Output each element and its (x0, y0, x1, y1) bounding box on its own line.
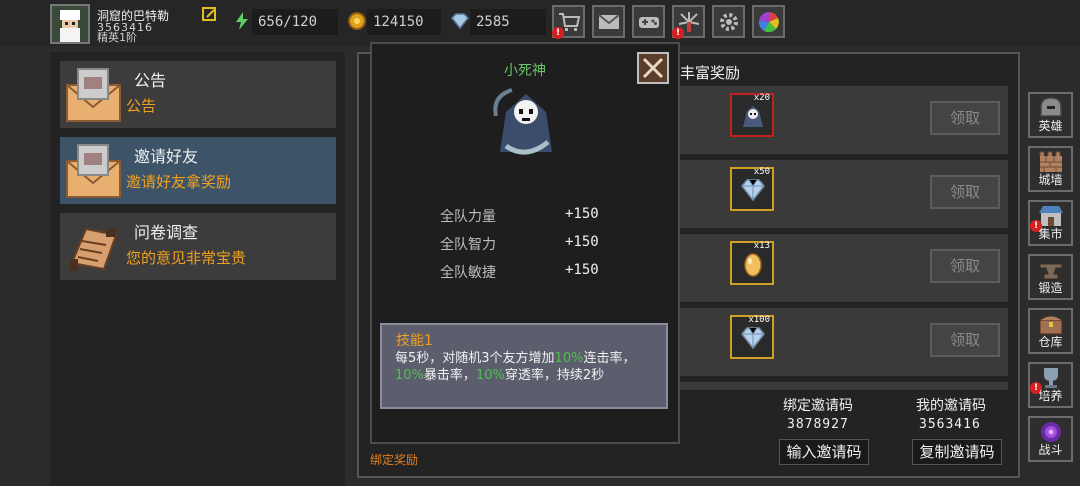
reaper-icon (743, 106, 763, 127)
nav-wall[interactable]: 城墙 (1028, 146, 1073, 192)
close-icon (642, 57, 664, 79)
skill-text: 连击率， (583, 351, 636, 366)
list-item-title: 公告 (134, 71, 167, 90)
bind-code-value: 3878927 (787, 417, 849, 432)
edit-name-icon[interactable] (202, 7, 217, 22)
energy-value: 656/120 (252, 9, 338, 35)
list-item-survey[interactable]: 问卷调查 您的意见非常宝贵 (60, 213, 336, 280)
mail-icon (597, 13, 620, 29)
shop-button[interactable]: ! (552, 5, 585, 39)
notification-badge: ! (552, 27, 564, 39)
input-code-button[interactable]: 输入邀请码 (779, 439, 869, 465)
claim-button[interactable]: 领取 (930, 249, 1000, 283)
event-button[interactable]: ! (672, 5, 705, 39)
claim-button[interactable]: 领取 (930, 175, 1000, 209)
reward-count: x13 (753, 241, 770, 251)
nav-label: 培养 (1038, 389, 1063, 403)
character-name: 小死神 (504, 63, 546, 79)
nav-label: 仓库 (1038, 335, 1063, 349)
gold-value: 124150 (367, 9, 441, 35)
reward-item-slot[interactable]: x100 (730, 315, 774, 359)
game-button[interactable] (632, 5, 665, 38)
skill-value: 10% (475, 368, 505, 383)
reward-row: x20 领取 (680, 86, 1008, 154)
gem-icon (450, 13, 470, 30)
list-item-title: 邀请好友 (134, 147, 199, 166)
copy-code-button[interactable]: 复制邀请码 (912, 439, 1002, 465)
color-wheel-icon (758, 11, 779, 32)
reward-row: x13 领取 (680, 234, 1008, 302)
nav-train[interactable]: ! 培养 (1028, 362, 1073, 408)
stat-label: 全队敏捷 (440, 265, 496, 281)
survey-scroll-icon (70, 227, 118, 271)
reward-count: x50 (753, 167, 770, 177)
envelope-icon (66, 144, 121, 198)
settings-icon (719, 12, 738, 31)
reward-item-slot[interactable]: x20 (730, 93, 774, 137)
stat-value: +150 (565, 206, 599, 222)
list-item-announcement[interactable]: 公告 公告 (60, 61, 336, 128)
my-code-label: 我的邀请码 (916, 398, 986, 414)
claim-button[interactable]: 领取 (930, 323, 1000, 357)
nav-label: 城墙 (1038, 173, 1063, 187)
rewards-header: 丰富奖励 (680, 64, 741, 82)
stat-value: +150 (565, 234, 599, 250)
notification-badge: ! (672, 27, 684, 39)
stat-label: 全队力量 (440, 209, 496, 225)
claim-button[interactable]: 领取 (930, 101, 1000, 135)
nav-label: 英雄 (1038, 119, 1063, 133)
bind-code-label: 绑定邀请码 (783, 398, 853, 414)
list-item-subtitle: 您的意见非常宝贵 (126, 249, 247, 267)
energy-icon (236, 12, 248, 30)
settings-button[interactable] (712, 5, 745, 38)
skill-title: 技能1 (396, 333, 433, 349)
skill-value: 10% (554, 351, 584, 366)
player-avatar[interactable] (50, 4, 90, 44)
nav-market[interactable]: ! 集市 (1028, 200, 1073, 246)
reward-count: x20 (753, 93, 770, 103)
player-rank: 精英1阶 (97, 31, 137, 44)
reward-row: x100 领取 (680, 308, 1008, 376)
diamond-icon (741, 327, 765, 350)
list-item-title: 问卷调查 (134, 223, 199, 242)
envelope-icon (66, 68, 121, 122)
gamepad-icon (638, 16, 659, 28)
reward-item-slot[interactable]: x13 (730, 241, 774, 285)
gold-coin-icon (348, 12, 366, 30)
nav-label: 战斗 (1038, 443, 1063, 457)
nav-forge[interactable]: 锻造 (1028, 254, 1073, 300)
mail-button[interactable] (592, 5, 625, 38)
my-code-value: 3563416 (919, 417, 981, 432)
nav-battle[interactable]: 战斗 (1028, 416, 1073, 462)
list-item-invite-friends[interactable]: 邀请好友 邀请好友拿奖励 (60, 137, 336, 204)
stat-label: 全队智力 (440, 237, 496, 253)
egg-icon (744, 253, 762, 277)
reward-item-slot[interactable]: x50 (730, 167, 774, 211)
skill-text: 暴击率， (423, 368, 476, 383)
nav-heroes[interactable]: 英雄 (1028, 92, 1073, 138)
diamond-icon (741, 179, 765, 202)
gem-value: 2585 (470, 9, 546, 35)
skill-value: 10% (395, 368, 424, 383)
list-item-subtitle: 邀请好友拿奖励 (126, 173, 232, 191)
reward-row-partial (680, 382, 1008, 390)
skill-text: 穿透率，持续2秒 (504, 368, 605, 383)
stat-value: +150 (565, 262, 599, 278)
theme-button[interactable] (752, 5, 785, 38)
bind-reward-label: 绑定奖励 (370, 453, 419, 467)
reward-row: x50 领取 (680, 160, 1008, 228)
list-item-subtitle: 公告 (126, 97, 157, 115)
skill-text: 每5秒，对随机3个友方增加 (395, 351, 555, 366)
reaper-portrait-icon (493, 88, 552, 155)
nav-storage[interactable]: 仓库 (1028, 308, 1073, 354)
nav-label: 锻造 (1038, 281, 1063, 295)
wizard-portrait-icon (52, 6, 88, 42)
reward-count: x100 (748, 315, 770, 325)
skill-description: 每5秒，对随机3个友方增加10%连击率，10%暴击率，10%穿透率，持续2秒 (395, 350, 661, 384)
nav-label: 集市 (1038, 227, 1063, 241)
close-button[interactable] (637, 52, 669, 84)
